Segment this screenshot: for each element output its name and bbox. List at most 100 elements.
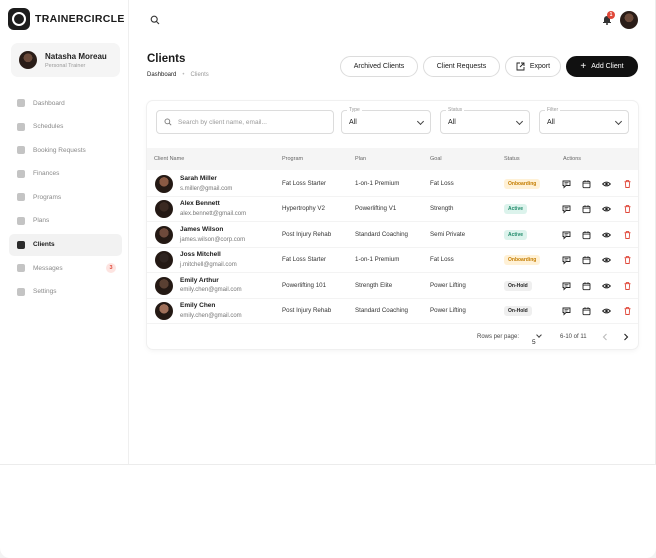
rows-per-page-select[interactable]: 5: [532, 332, 542, 346]
type-filter-value: All: [349, 118, 357, 126]
client-name[interactable]: Alex Bennett: [180, 200, 246, 209]
generic-filter[interactable]: Filter All: [539, 107, 629, 134]
message-icon[interactable]: [562, 256, 571, 265]
profile-card[interactable]: Natasha Moreau Personal Trainer: [11, 43, 120, 77]
window-footer-area: [0, 464, 656, 558]
chevron-down-icon: [614, 117, 623, 126]
sidebar-item-schedules[interactable]: Schedules: [9, 116, 122, 138]
client-search[interactable]: [156, 110, 334, 134]
trash-icon[interactable]: [623, 281, 632, 290]
eye-icon[interactable]: [602, 180, 611, 189]
table-row[interactable]: Emily Chen emily.chen@gmail.com Post Injur…: [147, 299, 638, 324]
page-title: Clients: [147, 53, 186, 65]
status-badge: On-Hold: [504, 280, 532, 291]
client-requests-button[interactable]: Client Requests: [423, 56, 500, 77]
breadcrumb-dashboard[interactable]: Dashboard: [147, 72, 176, 78]
client-name[interactable]: Joss Mitchell: [180, 251, 237, 260]
pagination: Rows per page: 5 6-10 of 11: [147, 328, 638, 346]
message-icon: [17, 264, 25, 273]
dashboard-icon: [17, 99, 25, 107]
column-client-name[interactable]: Client Name: [154, 156, 184, 162]
sidebar-nav: Dashboard Schedules Booking Requests Financ…: [9, 92, 122, 304]
column-program[interactable]: Program: [282, 156, 303, 162]
trash-icon[interactable]: [623, 205, 632, 214]
eye-icon[interactable]: [602, 230, 611, 239]
app-window: TRAINERCIRCLE Natasha Moreau Personal Tr…: [0, 0, 656, 464]
plus-icon: +: [580, 60, 587, 72]
sidebar-item-messages[interactable]: Messages 3: [9, 257, 122, 279]
archived-clients-button[interactable]: Archived Clients: [340, 56, 418, 77]
calendar-icon: [17, 122, 25, 131]
chevron-left-icon[interactable]: [602, 333, 608, 341]
gear-icon: [17, 287, 25, 296]
breadcrumb-separator: •: [182, 72, 185, 78]
eye-icon[interactable]: [602, 205, 611, 214]
trash-icon[interactable]: [623, 180, 632, 189]
calendar-icon[interactable]: [582, 205, 591, 214]
type-filter-label: Type: [347, 107, 362, 113]
table-row[interactable]: Joss Mitchell j.mitchell@gmail.com Fat Los…: [147, 248, 638, 274]
message-icon[interactable]: [562, 205, 571, 214]
eye-icon[interactable]: [602, 256, 611, 265]
add-client-button[interactable]: + Add Client: [566, 56, 638, 77]
table-row[interactable]: Emily Arthur emily.chen@gmail.com Powerlif…: [147, 274, 638, 299]
calendar-icon[interactable]: [582, 180, 591, 189]
sidebar-item-settings[interactable]: Settings: [9, 281, 122, 303]
logo-icon: [8, 8, 30, 30]
search-input[interactable]: [178, 118, 328, 126]
calendar-icon[interactable]: [582, 281, 591, 290]
calendar-icon[interactable]: [582, 230, 591, 239]
brand[interactable]: TRAINERCIRCLE: [8, 8, 125, 30]
sidebar-item-clients[interactable]: Clients: [9, 233, 122, 256]
message-icon[interactable]: [562, 281, 571, 291]
client-program: Fat Loss Starter: [282, 256, 327, 264]
client-name[interactable]: Emily Chen: [180, 302, 242, 311]
column-status[interactable]: Status: [504, 156, 520, 162]
user-avatar[interactable]: [620, 11, 638, 29]
calendar-icon[interactable]: [582, 307, 591, 316]
status-filter[interactable]: Status All: [440, 107, 530, 134]
trash-icon[interactable]: [623, 230, 632, 239]
sidebar-item-dashboard[interactable]: Dashboard: [9, 92, 122, 114]
chevron-right-icon[interactable]: [623, 333, 629, 341]
sidebar-item-label: Messages: [33, 264, 63, 272]
sidebar-item-plans[interactable]: Plans: [9, 210, 122, 232]
avatar: [155, 200, 173, 219]
table-row[interactable]: Alex Bennett alex.bennett@gmail.com Hypert…: [147, 197, 638, 223]
archived-clients-label: Archived Clients: [353, 63, 405, 70]
client-goal: Fat Loss: [430, 179, 454, 187]
table-row[interactable]: James Wilson james.wilson@corp.com Post In…: [147, 223, 638, 248]
column-actions: Actions: [563, 156, 582, 162]
trash-icon[interactable]: [623, 307, 632, 316]
table-row[interactable]: Sarah Miller s.miller@gmail.com Fat Loss S…: [147, 172, 638, 197]
client-program: Hypertrophy V2: [282, 205, 325, 213]
client-requests-label: Client Requests: [436, 63, 487, 70]
eye-icon[interactable]: [602, 307, 611, 316]
message-icon[interactable]: [562, 307, 571, 316]
message-icon[interactable]: [562, 180, 571, 189]
client-name[interactable]: Sarah Miller: [180, 175, 232, 184]
calendar-icon[interactable]: [582, 256, 591, 265]
avatar: [155, 302, 173, 320]
column-plan[interactable]: Plan: [355, 156, 366, 162]
avatar: [155, 276, 173, 295]
profile-name: Natasha Moreau: [45, 51, 107, 61]
message-icon[interactable]: [562, 230, 571, 240]
dumbbell-icon: [17, 193, 25, 202]
client-goal: Power Lifting: [430, 306, 466, 314]
client-name[interactable]: Emily Arthur: [180, 277, 242, 286]
sidebar-item-programs[interactable]: Programs: [9, 186, 122, 208]
eye-icon[interactable]: [602, 281, 611, 290]
export-button[interactable]: Export: [505, 56, 561, 77]
search-icon[interactable]: [150, 15, 160, 25]
dollar-icon: [17, 169, 25, 178]
sidebar-item-label: Finances: [33, 170, 60, 178]
sidebar-item-finances[interactable]: Finances: [9, 163, 122, 185]
column-goal[interactable]: Goal: [430, 156, 442, 162]
sidebar-item-booking-requests[interactable]: Booking Requests: [9, 139, 122, 161]
trash-icon[interactable]: [623, 256, 632, 265]
client-name[interactable]: James Wilson: [180, 226, 245, 235]
client-program: Fat Loss Starter: [282, 179, 327, 187]
generic-filter-label: Filter: [545, 107, 561, 113]
type-filter[interactable]: Type All: [341, 107, 431, 134]
